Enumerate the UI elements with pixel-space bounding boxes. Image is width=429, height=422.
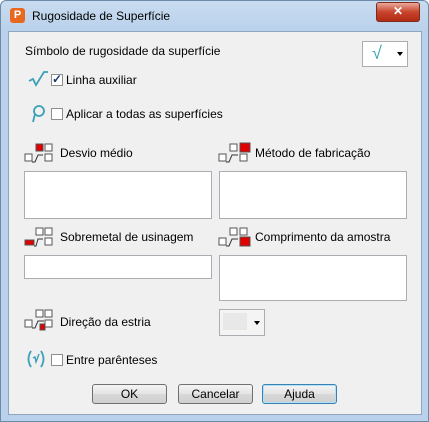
comprimento-input[interactable]	[219, 255, 407, 301]
apply-all-label: Aplicar a todas as superfícies	[66, 107, 223, 121]
roughness-position-icon	[218, 142, 251, 163]
direcao-label: Direção da estria	[60, 315, 151, 329]
chevron-down-icon	[397, 52, 403, 56]
sobremetal-input[interactable]	[24, 255, 212, 279]
apply-all-checkbox[interactable]	[51, 108, 63, 120]
check-root-icon	[28, 71, 48, 87]
desvio-input[interactable]	[24, 171, 212, 219]
metodo-label: Método de fabricação	[255, 146, 371, 160]
window-title: Rugosidade de Superfície	[32, 9, 171, 23]
cancel-button[interactable]: Cancelar	[178, 384, 253, 404]
comprimento-label: Comprimento da amostra	[255, 230, 391, 244]
surface-all-icon	[32, 105, 45, 123]
aux-line-checkbox[interactable]	[51, 72, 63, 86]
title-bar[interactable]: P Rugosidade de Superfície ✕	[1, 1, 428, 31]
paren-symbol-icon	[27, 350, 45, 368]
sobremetal-label: Sobremetal de usinagem	[60, 230, 194, 244]
aux-line-label: Linha auxiliar	[66, 73, 137, 87]
check-root-icon: √	[372, 43, 382, 63]
parentheses-label: Entre parênteses	[66, 353, 158, 367]
dialog-window: P Rugosidade de Superfície ✕ Símbolo de …	[0, 0, 429, 422]
roughness-position-icon	[24, 143, 53, 163]
close-button[interactable]: ✕	[376, 2, 420, 22]
ok-button[interactable]: OK	[92, 384, 167, 404]
symbol-label: Símbolo de rugosidade da superfície	[25, 44, 221, 58]
roughness-position-icon	[24, 309, 53, 331]
desvio-label: Desvio médio	[60, 146, 133, 160]
roughness-position-icon	[24, 227, 53, 247]
metodo-input[interactable]	[219, 171, 407, 219]
dialog-body: Símbolo de rugosidade da superfície √ Li…	[8, 31, 422, 415]
chevron-down-icon	[254, 320, 260, 325]
parentheses-checkbox[interactable]	[51, 354, 63, 366]
direcao-dropdown[interactable]	[219, 309, 265, 336]
roughness-position-icon	[218, 227, 251, 247]
symbol-dropdown[interactable]: √	[362, 41, 408, 67]
app-logo-icon: P	[10, 8, 25, 23]
help-button[interactable]: Ajuda	[262, 384, 337, 404]
direcao-value	[223, 313, 247, 330]
